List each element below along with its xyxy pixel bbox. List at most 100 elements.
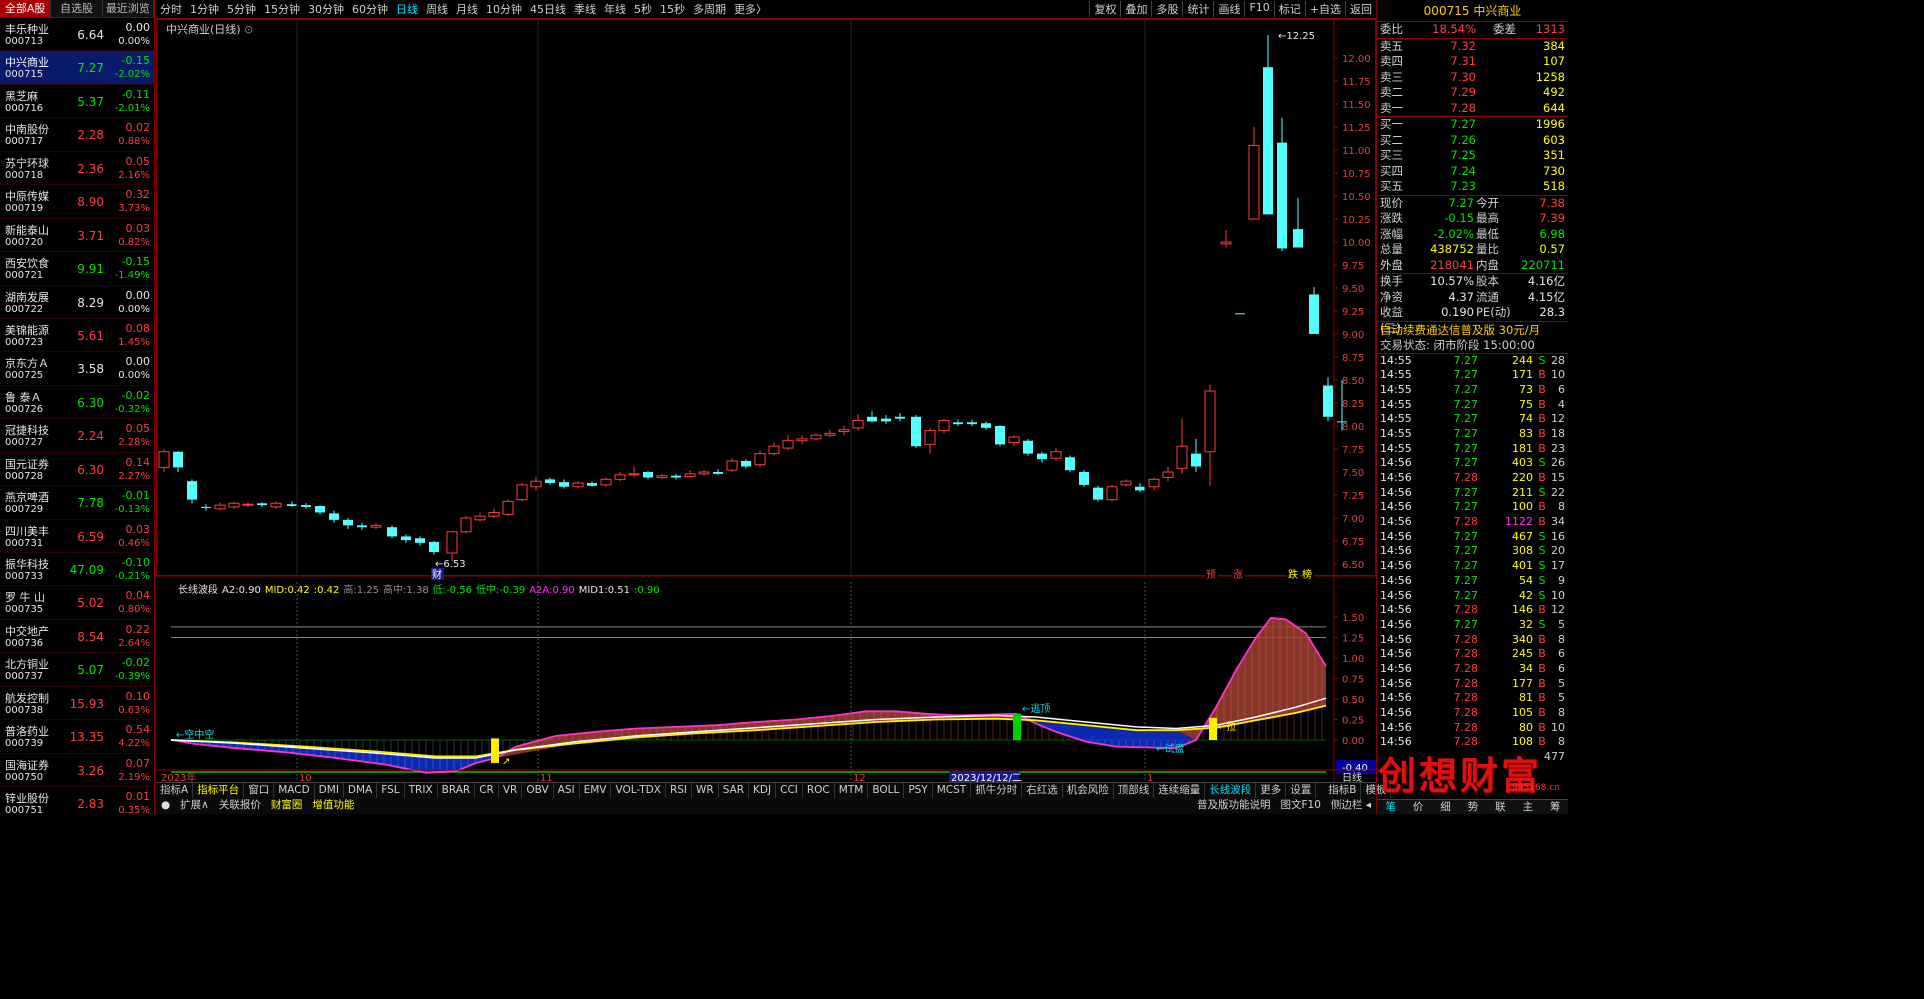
indicator-tab[interactable]: CR [475, 783, 499, 798]
indicator-tab[interactable]: DMI [315, 783, 344, 798]
extra-tab-right[interactable]: 图文F10 [1275, 798, 1325, 814]
quote-tab[interactable]: 笔 [1377, 800, 1404, 814]
indicator-tab[interactable]: EMV [580, 783, 612, 798]
indicator-tab[interactable]: TRIX [405, 783, 438, 798]
toggle-icon[interactable]: ● [156, 798, 175, 814]
indicator-tab[interactable]: 指标A [156, 783, 194, 798]
indicator-tab[interactable]: CCI [776, 783, 803, 798]
period-tab[interactable]: 60分钟 [348, 1, 392, 17]
period-tab[interactable]: 5秒 [630, 1, 656, 17]
tool-button[interactable]: 叠加 [1120, 1, 1151, 17]
period-tab[interactable]: 1分钟 [186, 1, 223, 17]
quote-tab[interactable]: 价 [1404, 800, 1431, 814]
indicator-tab[interactable]: ASI [554, 783, 580, 798]
stock-row[interactable]: 鲁 泰Ａ 000726 6.30 -0.02 -0.32% [0, 386, 154, 420]
indicator-tab[interactable]: 指标平台 [193, 783, 245, 798]
buy-level[interactable]: 买一 7.27 1996 [1377, 117, 1568, 133]
indicator-tab[interactable]: SAR [719, 783, 750, 798]
stock-row[interactable]: 国元证券 000728 6.30 0.14 2.27% [0, 453, 154, 487]
stock-row[interactable]: 国海证券 000750 3.26 0.07 2.19% [0, 754, 154, 788]
indicator-tab[interactable]: WR [692, 783, 719, 798]
stock-row[interactable]: 锌业股份 000751 2.83 0.01 0.35% [0, 787, 154, 814]
tool-button[interactable]: 标记 [1273, 1, 1305, 17]
period-tab[interactable]: 多周期 [689, 1, 730, 17]
indicator-tab[interactable]: MACD [274, 783, 315, 798]
stock-row[interactable]: 丰乐种业 000713 6.64 0.00 0.00% [0, 18, 154, 52]
indicator-tab[interactable]: PSY [904, 783, 933, 798]
indicator-tab[interactable]: BOLL [868, 783, 905, 798]
tool-button[interactable]: 多股 [1151, 1, 1182, 17]
stock-row[interactable]: 普洛药业 000739 13.35 0.54 4.22% [0, 720, 154, 754]
indicator-tab[interactable]: 长线波段 [1205, 783, 1257, 798]
stock-row[interactable]: 中原传媒 000719 8.90 0.32 3.73% [0, 185, 154, 219]
quote-tab[interactable]: 势 [1459, 800, 1486, 814]
stock-row[interactable]: 中兴商业 000715 7.27 -0.15 -2.02% [0, 51, 154, 85]
indicator-tab[interactable]: DMA [344, 783, 378, 798]
kline-chart-area[interactable]: 中兴商业(日线) ⊙ 12.00 11.75 11.50 11.25 11.00 10.7… [156, 19, 1376, 796]
stock-row[interactable]: 黑芝麻 000716 5.37 -0.11 -2.01% [0, 85, 154, 119]
buy-level[interactable]: 买四 7.24 730 [1377, 164, 1568, 180]
stock-row[interactable]: 北方铜业 000737 5.07 -0.02 -0.39% [0, 653, 154, 687]
sell-level[interactable]: 卖五 7.32 384 [1377, 39, 1568, 55]
indicator-tab[interactable]: KDJ [749, 783, 777, 798]
stock-row[interactable]: 新能泰山 000720 3.71 0.03 0.82% [0, 219, 154, 253]
buy-level[interactable]: 买五 7.23 518 [1377, 179, 1568, 195]
sell-level[interactable]: 卖一 7.28 644 [1377, 101, 1568, 117]
period-tab[interactable]: 日线 [392, 1, 422, 17]
period-tab[interactable]: 15秒 [656, 1, 689, 17]
period-tab[interactable]: 30分钟 [304, 1, 348, 17]
extra-tab-right[interactable]: 普及版功能说明 [1192, 798, 1276, 814]
period-tab[interactable]: 分时 [156, 1, 186, 17]
tool-button[interactable]: 复权 [1089, 1, 1120, 17]
quote-tab[interactable]: 筹 [1542, 800, 1568, 814]
indicator-tab[interactable]: ROC [803, 783, 835, 798]
stock-row[interactable]: 冠捷科技 000727 2.24 0.05 2.28% [0, 419, 154, 453]
stock-row[interactable]: 美锦能源 000723 5.61 0.08 1.45% [0, 319, 154, 353]
period-tab[interactable]: 月线 [452, 1, 482, 17]
sell-level[interactable]: 卖二 7.29 492 [1377, 85, 1568, 101]
stock-row[interactable]: 中交地产 000736 8.54 0.22 2.64% [0, 620, 154, 654]
stock-row[interactable]: 湖南发展 000722 8.29 0.00 0.00% [0, 286, 154, 319]
indicator-tab[interactable]: OBV [522, 783, 554, 798]
indicator-tab[interactable]: 抓牛分时 [971, 783, 1023, 798]
tool-button[interactable]: 返回 [1345, 1, 1376, 17]
indicator-tab[interactable]: FSL [377, 783, 405, 798]
indicator-tab-right[interactable]: 指标B [1324, 783, 1362, 798]
period-tab[interactable]: 年线 [600, 1, 630, 17]
indicator-tab[interactable]: MCST [933, 783, 972, 798]
period-tab[interactable]: 45日线 [526, 1, 570, 17]
indicator-tab[interactable]: 设置 [1286, 783, 1317, 798]
stock-row[interactable]: 京东方Ａ 000725 3.58 0.00 0.00% [0, 352, 154, 386]
watchlist-tab[interactable]: 自选股 [51, 0, 103, 17]
stock-row[interactable]: 燕京啤酒 000729 7.78 -0.01 -0.13% [0, 486, 154, 520]
buy-level[interactable]: 买二 7.26 603 [1377, 133, 1568, 149]
watchlist-tab[interactable]: 最近浏览 [103, 0, 154, 17]
tool-button[interactable]: +自选 [1304, 1, 1345, 17]
indicator-tab[interactable]: 右红选 [1022, 783, 1063, 798]
extra-tab-right[interactable]: 侧边栏 ◂ [1326, 798, 1376, 814]
stock-row[interactable]: 中南股份 000717 2.28 0.02 0.88% [0, 118, 154, 152]
tool-button[interactable]: 画线 [1213, 1, 1244, 17]
quote-tab[interactable]: 主 [1514, 800, 1541, 814]
extra-tab[interactable]: 增值功能 [307, 798, 359, 814]
stock-row[interactable]: 苏宁环球 000718 2.36 0.05 2.16% [0, 152, 154, 186]
period-tab[interactable]: 周线 [422, 1, 452, 17]
extra-tab[interactable]: 扩展∧ [175, 798, 214, 814]
watchlist-tab[interactable]: 全部A股 [0, 0, 52, 17]
sell-level[interactable]: 卖四 7.31 107 [1377, 54, 1568, 70]
indicator-tab[interactable]: VR [499, 783, 523, 798]
period-tab[interactable]: 5分钟 [223, 1, 260, 17]
buy-level[interactable]: 买三 7.25 351 [1377, 148, 1568, 164]
indicator-tab[interactable]: 顶部线 [1114, 783, 1155, 798]
stock-row[interactable]: 四川美丰 000731 6.59 0.03 0.46% [0, 520, 154, 553]
quote-tab[interactable]: 细 [1432, 800, 1459, 814]
extra-tab[interactable]: 关联报价 [214, 798, 266, 814]
ad-banner[interactable]: 自动续费通达信普及版 30元/月 [1377, 320, 1568, 337]
period-tab[interactable]: 更多〉 [730, 1, 771, 17]
tool-button[interactable]: 统计 [1182, 1, 1213, 17]
tool-button[interactable]: F10 [1244, 1, 1273, 17]
indicator-tab[interactable]: BRAR [438, 783, 476, 798]
indicator-tab[interactable]: 机会风险 [1063, 783, 1114, 798]
indicator-tab[interactable]: VOL-TDX [611, 783, 666, 798]
indicator-tab[interactable]: 窗口 [244, 783, 275, 798]
